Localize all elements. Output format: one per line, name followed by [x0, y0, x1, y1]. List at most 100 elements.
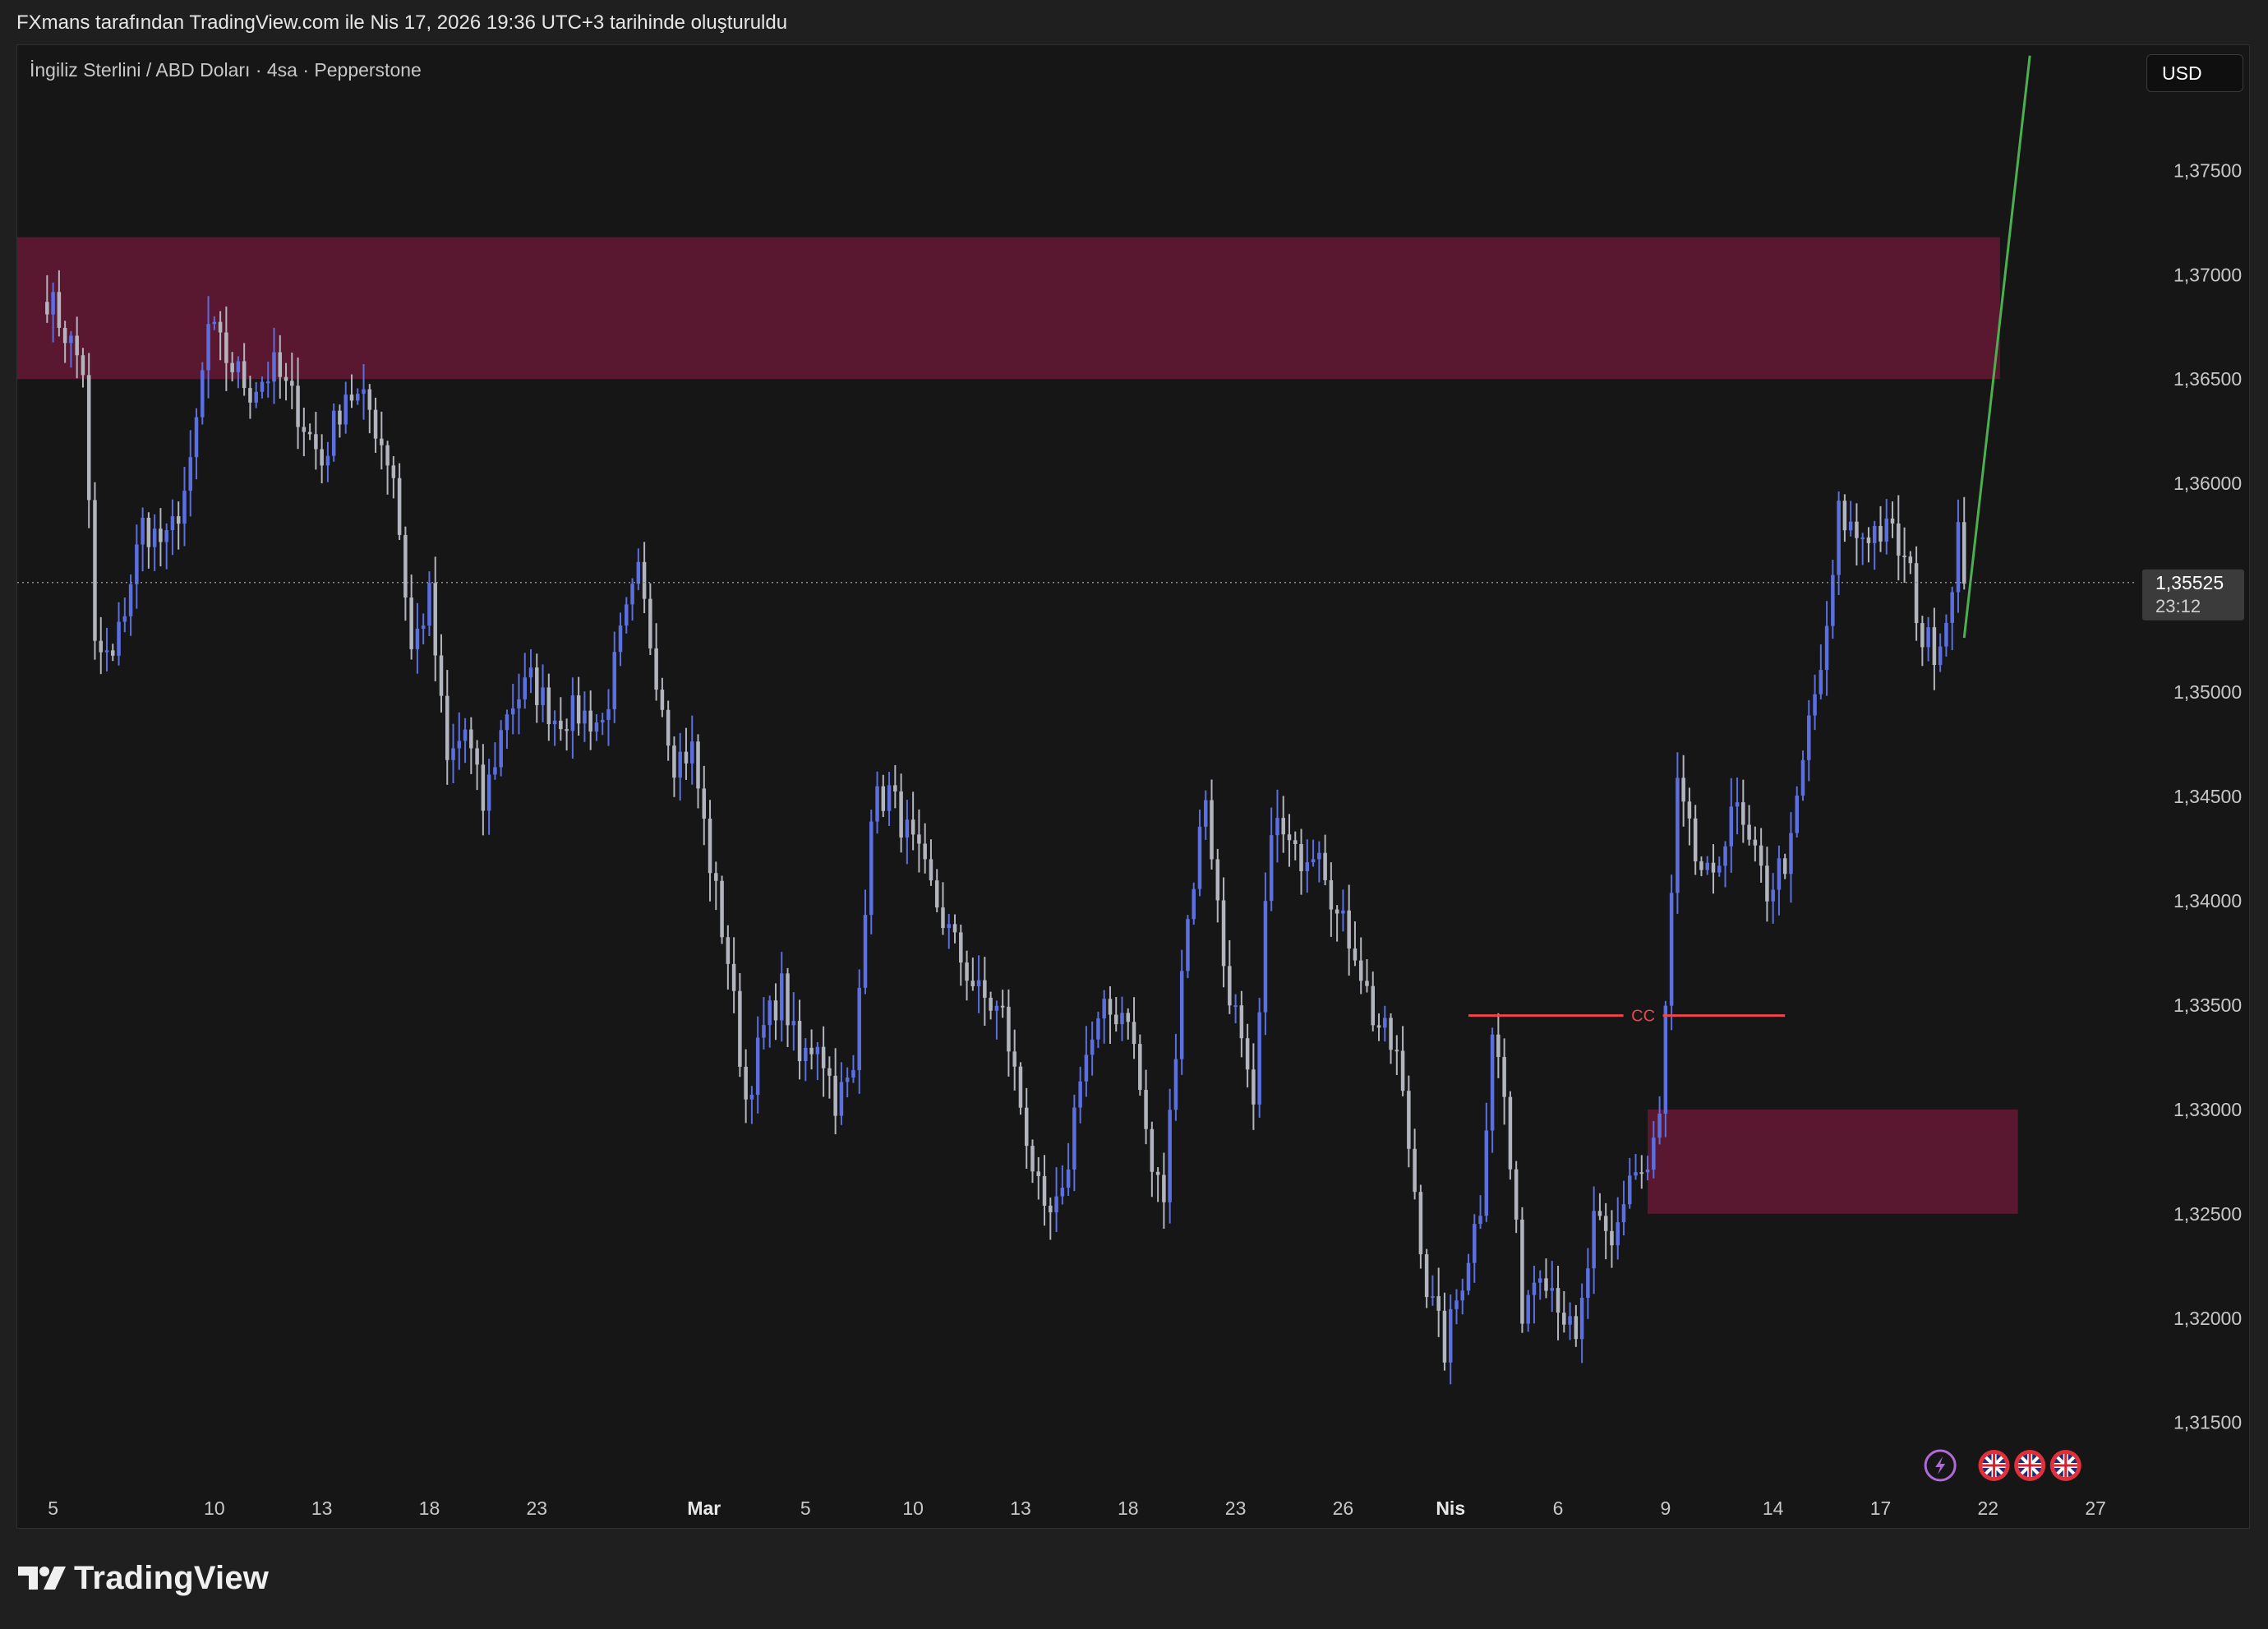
candle-body [666, 709, 671, 746]
candle-body [618, 625, 623, 653]
uk-flag-event-icon[interactable] [2014, 1450, 2046, 1481]
candle-body [296, 385, 300, 427]
candle-body [1460, 1290, 1465, 1301]
candle-body [45, 302, 49, 315]
candle-body [1699, 861, 1703, 870]
symbol-title[interactable]: İngiliz Sterlini / ABD Doları · 4sa · Pe… [30, 59, 422, 81]
candle-body [314, 434, 318, 450]
candle-body [1389, 1018, 1393, 1050]
candle-body [343, 395, 348, 425]
price-tick-label: 1,33000 [2174, 1099, 2242, 1120]
last-price-value: 1,35525 [2155, 572, 2224, 593]
candle-body [851, 1070, 855, 1078]
candle-body [1113, 1014, 1118, 1025]
candle-body [218, 321, 223, 333]
candle-body [182, 491, 187, 524]
candle-body [797, 1021, 802, 1062]
candle-body [696, 741, 700, 789]
candle-body [1126, 1013, 1131, 1022]
candle-body [1299, 844, 1303, 872]
candle-body [827, 1068, 832, 1076]
candle-body [51, 292, 55, 315]
candle-body [1478, 1216, 1482, 1225]
candle-body [929, 859, 933, 881]
candle-body [1275, 818, 1279, 836]
candle-body [1747, 824, 1751, 840]
candle-body [1741, 802, 1745, 825]
candle-body [1024, 1107, 1029, 1147]
demand-zone[interactable] [1648, 1109, 2018, 1214]
candle-body [1813, 694, 1817, 716]
candle-body [923, 843, 927, 860]
candle-body [559, 720, 563, 730]
supply-zone[interactable] [17, 237, 2000, 380]
candle-body [1358, 960, 1363, 981]
time-tick-label: 18 [419, 1497, 440, 1519]
candle-body [1777, 858, 1782, 890]
candle-body [565, 729, 569, 731]
candle-body [1269, 835, 1274, 902]
candle-body [738, 990, 742, 1067]
candle-body [1120, 1013, 1124, 1025]
candle-body [93, 500, 97, 641]
candle-body [941, 907, 945, 929]
candle-body [272, 352, 276, 382]
candle-body [338, 410, 342, 425]
economic-event-lightning-icon[interactable] [1924, 1449, 1957, 1482]
candle-body [1090, 1039, 1095, 1055]
candle-body [1514, 1169, 1519, 1220]
candle-body [1842, 501, 1847, 531]
brand-logo[interactable]: TradingView [18, 1560, 269, 1596]
price-tick-label: 1,33500 [2174, 994, 2242, 1016]
candle-body [1484, 1130, 1489, 1216]
candle-body [1932, 627, 1937, 666]
candle-body [1311, 859, 1316, 863]
candle-body [1442, 1310, 1447, 1363]
candle-body [1944, 622, 1948, 647]
candle-body [845, 1078, 850, 1082]
candle-body [1597, 1211, 1602, 1216]
candle-body [81, 355, 85, 376]
candle-body [356, 394, 360, 401]
candle-body [1418, 1192, 1423, 1255]
candle-body [887, 785, 892, 811]
candle-body [1347, 910, 1351, 949]
price-chart[interactable]: CC 1,375001,370001,365001,360001,350001,… [17, 45, 2251, 1530]
candle-body [206, 324, 210, 371]
candle-body [278, 352, 283, 377]
candle-body [1049, 1205, 1053, 1213]
uk-flag-event-icon[interactable] [2049, 1450, 2081, 1481]
candle-body [1353, 948, 1358, 961]
candle-body [1204, 800, 1208, 827]
candle-body [1054, 1196, 1058, 1213]
candle-body [397, 478, 402, 535]
candle-body [726, 937, 731, 964]
candle-body [1681, 778, 1685, 802]
candle-body [1579, 1298, 1584, 1340]
candle-body [1150, 1128, 1155, 1172]
candle-body [1508, 1096, 1513, 1170]
candle-body [146, 517, 151, 547]
candle-body [1413, 1148, 1417, 1193]
currency-button[interactable]: USD [2146, 54, 2243, 92]
candle-body [1084, 1054, 1089, 1082]
candle-body [1102, 999, 1106, 1019]
candle-body [1520, 1219, 1524, 1324]
candle-body [141, 517, 145, 545]
candle-body [1263, 901, 1268, 1013]
candle-body [1245, 1038, 1250, 1070]
chart-frame[interactable]: CC 1,37500 1,37000 1,36500 1,36000 1,35000 1,… [16, 44, 2250, 1529]
candle-body [625, 604, 629, 626]
candle-body [236, 361, 241, 372]
uk-flag-event-icon[interactable] [1978, 1450, 2010, 1481]
candle-body [1837, 501, 1841, 575]
candle-body [1305, 862, 1310, 872]
candle-body [1228, 966, 1232, 1006]
candle-body [69, 335, 73, 344]
candle-body [1645, 1169, 1650, 1173]
candle-body [1454, 1300, 1459, 1309]
candle-body [62, 327, 67, 344]
bar-countdown: 23:12 [2155, 596, 2201, 616]
candle-body [1394, 1050, 1399, 1052]
candle-body [445, 695, 449, 760]
